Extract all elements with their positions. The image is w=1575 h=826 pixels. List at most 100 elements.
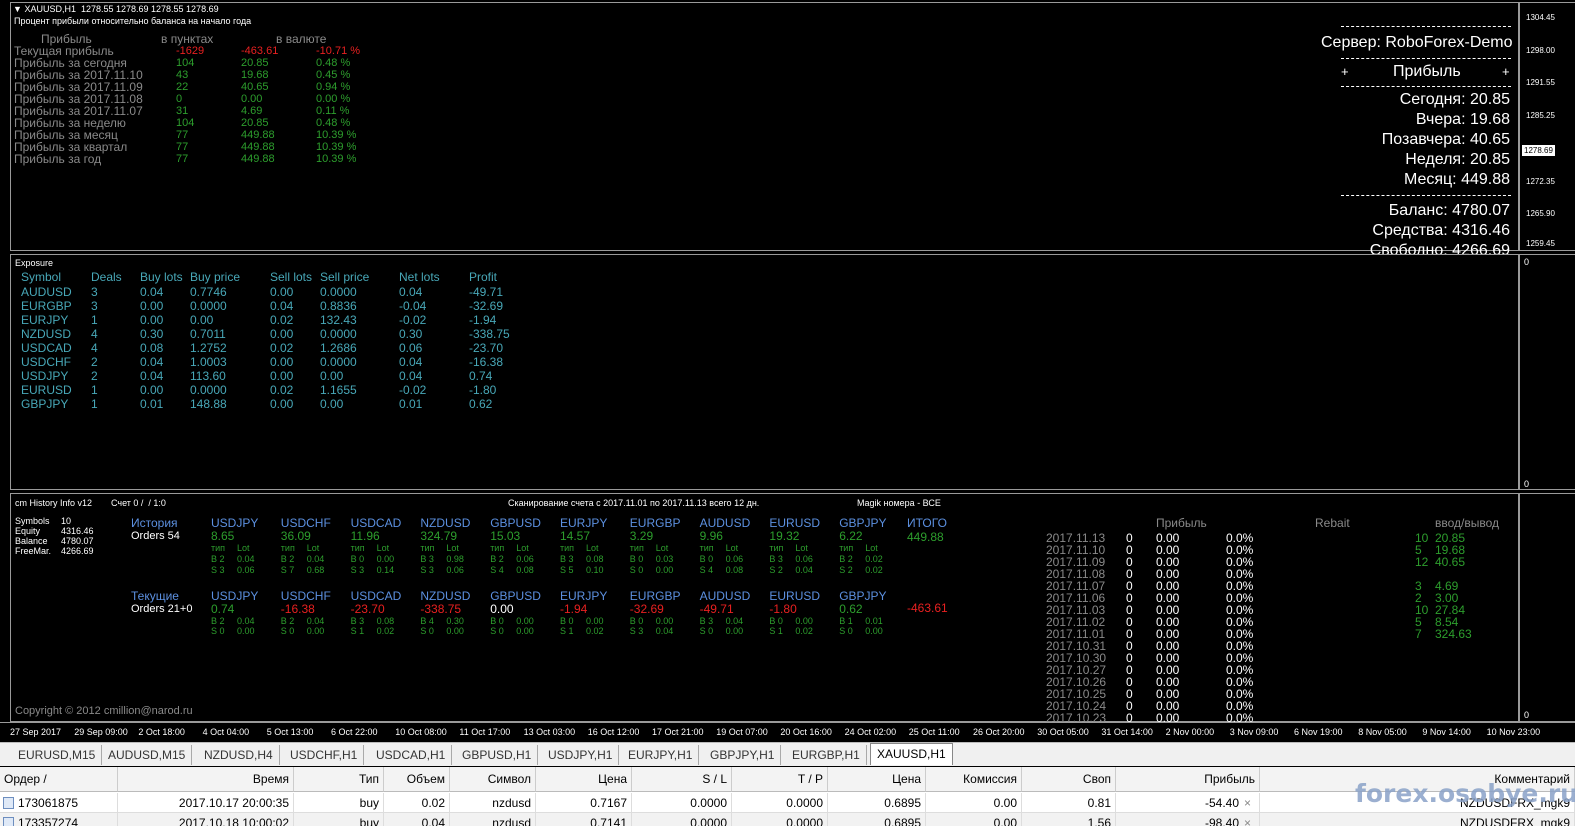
exposure-cell: 0.00 [270,397,294,411]
block-sell: S 0 [280,626,295,636]
exposure-cell: 0.00 [140,313,164,327]
block-value: -338.75 [420,602,462,616]
current-orders: Orders 21+0 [131,603,193,615]
block-symbol: NZDUSD [420,516,471,530]
block-sell: S 0 [420,626,434,636]
block-sub-type: тип [769,543,784,553]
chart-tab[interactable]: EURUSD,M15 [12,745,103,765]
exposure-col-header: Buy price [190,270,241,284]
profit-row-pct: 0.48 % [316,57,351,69]
exposure-cell: 3 [91,285,98,299]
block-sub-type: тип [350,543,365,553]
block-sell-lot: 0.08 [725,565,744,575]
block-buy-lot: 0.04 [725,616,744,626]
exposure-cell: 0.04 [140,369,164,383]
main-chart-pane[interactable]: ▼ XAUUSD,H1 1278.55 1278.69 1278.55 1278… [10,2,1519,259]
order-cell: 1.56 [1022,813,1116,826]
block-buy: B 2 [280,554,295,564]
order-cell: buy [294,813,384,826]
orders-col-header[interactable]: Комиссия [926,767,1022,792]
chart-tab[interactable]: EURJPY,H1 [622,745,700,765]
block-sub-lot: Lot [306,543,320,553]
chart-tab[interactable]: AUDUSD,M15 [102,745,193,765]
block-sell: S 0 [490,626,504,636]
orders-col-header[interactable]: Символ [450,767,536,792]
block-sell: S 2 [769,565,783,575]
exposure-cell: 0.04 [270,299,294,313]
block-symbol: EURGBP [629,516,681,530]
time-tick: 5 Oct 13:00 [266,727,314,737]
block-buy-lot: 0.00 [586,616,604,626]
block-sell-lot: 0.00 [237,626,255,636]
exposure-cell: -16.38 [469,355,504,369]
time-tick: 30 Oct 05:00 [1037,727,1089,737]
orders-col-header[interactable]: T / P [732,767,828,792]
daily-head-profit: Прибыль [1156,516,1207,530]
block-sell: S 5 [560,565,574,575]
order-cell: 173061875 [0,793,118,813]
exposure-symbol: USDJPY [21,369,69,383]
exposure-cell: 0.04 [140,355,164,369]
orders-col-header[interactable]: Цена [828,767,926,792]
block-sell-lot: 0.06 [237,565,255,575]
close-order-icon[interactable]: × [1244,813,1251,826]
chart-tab[interactable]: EURGBP,H1 [786,745,867,765]
stats-row: Вчера: 19.68 [1415,111,1510,128]
orders-col-header[interactable]: Время [118,767,294,792]
profit-row-pct: -10.71 % [316,45,361,57]
time-tick: 31 Oct 14:00 [1101,727,1153,737]
exposure-cell: -1.94 [469,313,497,327]
history-info-pane[interactable]: cm History Info v12 Счет 0 / / 1:0 Скани… [10,493,1519,725]
info-value: 10 [61,516,72,526]
orders-col-header[interactable]: Цена [536,767,632,792]
orders-col-header[interactable]: Своп [1022,767,1116,792]
price-scale[interactable]: 1304.45 1298.00 1291.55 1285.25 1272.35 1265.… [1519,2,1575,251]
orders-col-header[interactable]: Ордер / [0,767,118,792]
chart-tab[interactable]: GBPUSD,H1 [456,745,539,765]
time-scale[interactable]: 27 Sep 2017 29 Sep 09:00 2 Oct 18:00 4 Oct … [0,722,1575,740]
orders-col-header[interactable]: Тип [294,767,384,792]
chart-tab[interactable]: GBPJPY,H1 [704,745,782,765]
time-tick: 19 Oct 07:00 [716,727,768,737]
profit-row-points: -1629 [176,45,205,57]
chart-tab[interactable]: USDCAD,H1 [370,745,453,765]
chart-tab[interactable]: USDJPY,H1 [542,745,620,765]
exposure-col-header: Buy lots [140,270,183,284]
time-tick: 27 Sep 2017 [10,727,62,737]
block-sell: S 3 [420,565,434,575]
exposure-cell: -23.70 [469,341,504,355]
exposure-cell: -49.71 [469,285,504,299]
history-scale: 0 [1519,493,1575,722]
info-label: Symbols [15,516,50,526]
block-value: 9.96 [699,529,723,543]
chart-tab[interactable]: XAUUSD,H1 [870,743,953,765]
orders-col-header[interactable]: Объем [384,767,450,792]
close-order-icon[interactable]: × [1244,793,1251,813]
daily-io-sum: 324.63 [1435,627,1472,641]
exposure-pane[interactable]: Exposure Symbol Deals Buy lots Buy price Sel… [10,254,1519,490]
orders-col-header[interactable]: Прибыль [1116,767,1260,792]
profit-title: Прибыль [1393,63,1461,80]
exposure-cell: 0.02 [270,383,294,397]
orders-col-header[interactable]: S / L [632,767,732,792]
block-sell: S 7 [280,565,295,575]
block-sell: S 4 [490,565,504,575]
block-buy-lot: 0.06 [725,554,744,564]
exposure-col-header: Sell lots [270,270,313,284]
block-value: 11.96 [350,529,380,543]
chart-tab[interactable]: USDCHF,H1 [284,745,365,765]
block-buy-lot: 0.00 [516,616,534,626]
time-tick: 11 Oct 17:00 [459,727,511,737]
chart-tab[interactable]: NZDUSD,H4 [198,745,280,765]
profit-row-pct: 10.39 % [316,129,357,141]
exposure-cell: 132.43 [320,313,357,327]
block-buy-lot: 0.06 [795,554,813,564]
price-tick: 1298.00 [1526,46,1555,55]
block-symbol: EURUSD [769,589,821,603]
block-sub-lot: Lot [725,543,739,553]
order-cell: 0.0000 [632,793,732,813]
caption-arrow-icon[interactable]: ▼ [13,4,22,14]
exposure-cell: 0.0000 [190,383,227,397]
exposure-cell: -0.02 [399,383,427,397]
block-sub-type: тип [839,543,854,553]
